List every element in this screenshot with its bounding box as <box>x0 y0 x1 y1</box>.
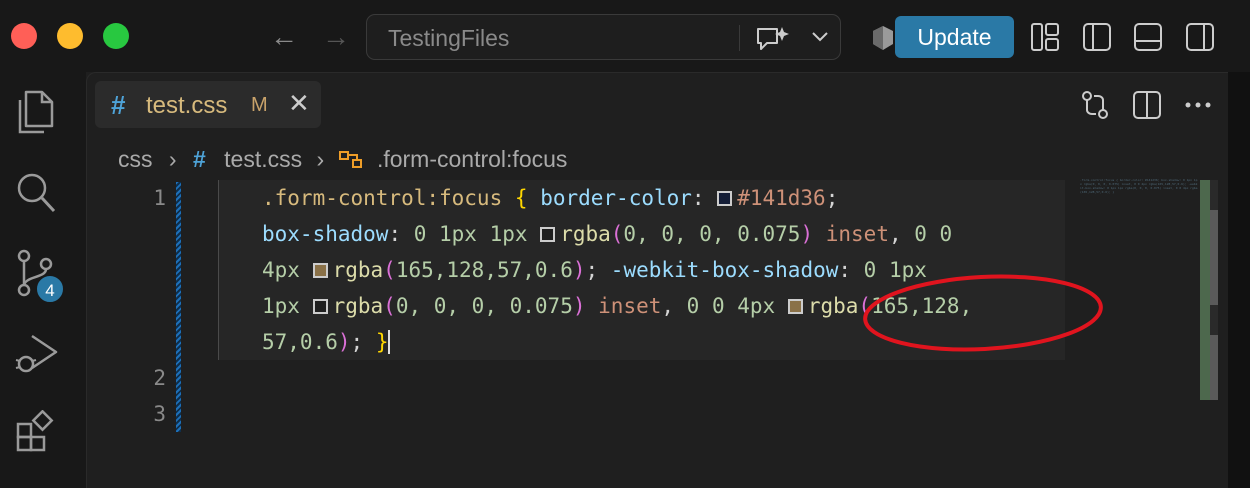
red-ellipse-annotation <box>863 274 1103 352</box>
